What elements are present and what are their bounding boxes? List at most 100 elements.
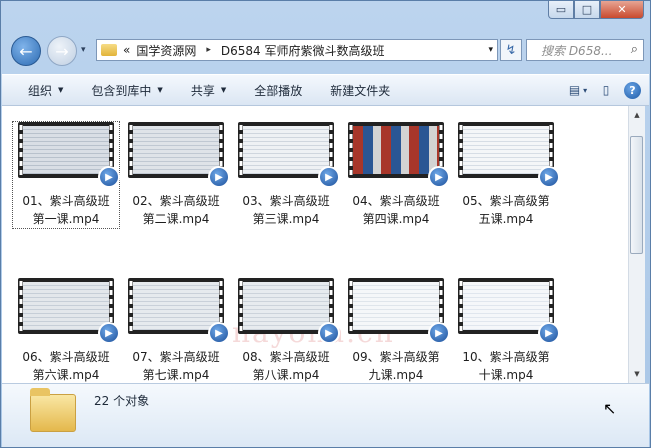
refresh-button[interactable]: ↯ — [500, 39, 522, 61]
file-name: 09、紫斗高级第 九课.mp4 — [343, 348, 449, 383]
toolbar-item-3[interactable]: 全部播放 — [240, 82, 316, 99]
forward-arrow-icon: → — [55, 41, 69, 61]
toolbar-item-label: 全部播放 — [254, 83, 303, 98]
file-item[interactable]: ▶ 08、紫斗高级班 第八课.mp4 — [233, 278, 340, 383]
file-name-line1: 06、紫斗高级班 — [22, 350, 110, 364]
toolbar-item-label: 共享 — [190, 83, 215, 98]
toolbar-item-2[interactable]: 共享 ▼ — [177, 82, 240, 99]
file-name-line2: 九课.mp4 — [368, 368, 424, 382]
video-thumbnail: ▶ — [18, 122, 120, 188]
file-item[interactable]: ▶ 05、紫斗高级第 五课.mp4 — [453, 122, 560, 228]
file-name: 05、紫斗高级第 五课.mp4 — [453, 192, 559, 228]
file-item[interactable]: ▶ 04、紫斗高级班 第四课.mp4 — [343, 122, 450, 228]
back-arrow-icon: ← — [19, 41, 33, 61]
view-icon: ▤ — [568, 83, 581, 97]
address-overflow[interactable]: « — [123, 43, 130, 57]
help-button[interactable]: ? — [624, 81, 641, 99]
search-icon[interactable]: ⌕ — [631, 42, 638, 57]
toolbar-item-4[interactable]: 新建文件夹 — [316, 82, 404, 99]
file-name-line1: 01、紫斗高级班 — [22, 194, 110, 208]
refresh-icon: ↯ — [505, 42, 517, 58]
file-list-pane[interactable]: nayona.cn ▶01、紫斗高级班第一课.mp4▶02、紫斗高级班第二课.m… — [2, 106, 628, 383]
file-item[interactable]: ▶ 02、紫斗高级班 第二课.mp4 — [123, 122, 230, 228]
menu-arrow-icon: ▼ — [157, 86, 163, 94]
preview-pane-icon: ▯ — [602, 83, 610, 97]
preview-pane-button[interactable]: ▯ — [596, 80, 616, 100]
file-name-line2: 第六课.mp4 — [32, 368, 100, 382]
vertical-scrollbar[interactable]: ▲ ▼ — [628, 106, 645, 383]
media-player-icon: ▶ — [98, 166, 120, 188]
file-name: 08、紫斗高级班 第八课.mp4 — [233, 348, 339, 383]
address-bar[interactable]: « 国学资源网 ▸ D6584 军师府紫微斗数高级班 ▾ — [96, 39, 498, 61]
file-item[interactable]: ▶ 10、紫斗高级第 十课.mp4 — [453, 278, 560, 383]
file-item[interactable]: ▶ 03、紫斗高级班 第三课.mp4 — [233, 122, 340, 228]
command-bar: 组织 ▼ 包含到库中 ▼ 共享 ▼ 全部播放 新建文件夹 ▤ ▾ ▯ ? — [2, 74, 649, 106]
close-button[interactable]: ✕ — [600, 1, 644, 19]
item-count: 22 个对象 — [94, 394, 150, 408]
video-thumbnail: ▶ — [128, 122, 230, 188]
file-name-line2: 五课.mp4 — [478, 212, 534, 226]
breadcrumb-separator-icon[interactable]: ▸ — [206, 45, 211, 55]
change-view-button[interactable]: ▤ ▾ — [568, 80, 588, 100]
video-thumbnail: ▶ — [128, 278, 230, 344]
file-item[interactable]: ▶ 07、紫斗高级班 第七课.mp4 — [123, 278, 230, 383]
file-item[interactable]: ▶ 06、紫斗高级班 第六课.mp4 — [13, 278, 120, 383]
media-player-icon: ▶ — [428, 166, 450, 188]
toolbar-item-0[interactable]: 组织 ▼ — [2, 82, 77, 99]
media-player-icon: ▶ — [318, 322, 340, 344]
file-name: 06、紫斗高级班 第六课.mp4 — [13, 348, 119, 383]
media-player-icon: ▶ — [428, 322, 450, 344]
menu-arrow-icon: ▼ — [220, 86, 227, 94]
video-thumbnail: ▶ — [18, 278, 120, 344]
minimize-button[interactable]: ▭ — [548, 1, 574, 19]
search-placeholder: 搜索 D658... — [541, 43, 613, 58]
file-name-line1: 03、紫斗高级班 — [242, 194, 330, 208]
video-thumbnail: ▶ — [348, 122, 450, 188]
caption-buttons: ▭ □ ✕ — [548, 1, 644, 19]
file-name-line2: 第一课.mp4 — [32, 212, 100, 226]
address-dropdown-icon[interactable]: ▾ — [488, 45, 493, 55]
file-name-line2: 第三课.mp4 — [252, 212, 320, 226]
file-name-line2: 十课.mp4 — [478, 368, 534, 382]
file-name-line1: 09、紫斗高级第 — [352, 350, 440, 364]
maximize-button[interactable]: □ — [574, 1, 600, 19]
help-icon: ? — [629, 83, 636, 97]
toolbar-item-1[interactable]: 包含到库中 ▼ — [77, 82, 176, 99]
video-thumbnail: ▶ — [458, 122, 560, 188]
file-item[interactable]: ▶ 09、紫斗高级第 九课.mp4 — [343, 278, 450, 383]
video-thumbnail: ▶ — [238, 122, 340, 188]
forward-button[interactable]: → — [47, 36, 77, 66]
toolbar-right: ▤ ▾ ▯ ? — [568, 80, 641, 100]
file-name: 07、紫斗高级班 第七课.mp4 — [123, 348, 229, 383]
file-name-line1: 02、紫斗高级班 — [132, 194, 220, 208]
video-thumbnail: ▶ — [458, 278, 560, 344]
scroll-thumb[interactable] — [630, 136, 643, 254]
breadcrumb-segment-0[interactable]: 国学资源网 — [136, 42, 196, 59]
file-name-line2: 第七课.mp4 — [142, 368, 210, 382]
back-button[interactable]: ← — [11, 36, 41, 66]
file-name-line1: 05、紫斗高级第 — [462, 194, 550, 208]
folder-icon — [101, 44, 117, 56]
file-name: 10、紫斗高级第 十课.mp4 — [453, 348, 559, 383]
details-pane: 22 个对象 — [2, 383, 649, 447]
media-player-icon: ▶ — [98, 322, 120, 344]
file-name-line1: 04、紫斗高级班 — [352, 194, 440, 208]
file-name: 04、紫斗高级班 第四课.mp4 — [343, 192, 449, 228]
explorer-window: ▭ □ ✕ ← → ▾ « 国学资源网 ▸ D6584 军师府紫微斗数高级班 ▾… — [0, 0, 651, 448]
menu-arrow-icon: ▼ — [58, 86, 64, 94]
media-player-icon: ▶ — [538, 322, 560, 344]
file-item[interactable]: ▶ 01、紫斗高级班 第一课.mp4 — [12, 121, 120, 229]
folder-large-icon — [30, 388, 76, 432]
scroll-down-icon[interactable]: ▼ — [629, 366, 645, 382]
video-thumbnail: ▶ — [238, 278, 340, 344]
scroll-up-icon[interactable]: ▲ — [629, 107, 645, 123]
media-player-icon: ▶ — [208, 322, 230, 344]
view-menu-arrow-icon[interactable]: ▾ — [583, 86, 587, 95]
breadcrumb-segment-1[interactable]: D6584 军师府紫微斗数高级班 — [221, 42, 385, 59]
media-player-icon: ▶ — [538, 166, 560, 188]
toolbar-item-label: 包含到库中 — [91, 83, 152, 98]
search-input[interactable]: 搜索 D658... ⌕ — [526, 39, 644, 61]
file-name: 02、紫斗高级班 第二课.mp4 — [123, 192, 229, 228]
toolbar-item-label: 组织 — [28, 83, 53, 98]
recent-pages-dropdown[interactable]: ▾ — [81, 45, 86, 55]
